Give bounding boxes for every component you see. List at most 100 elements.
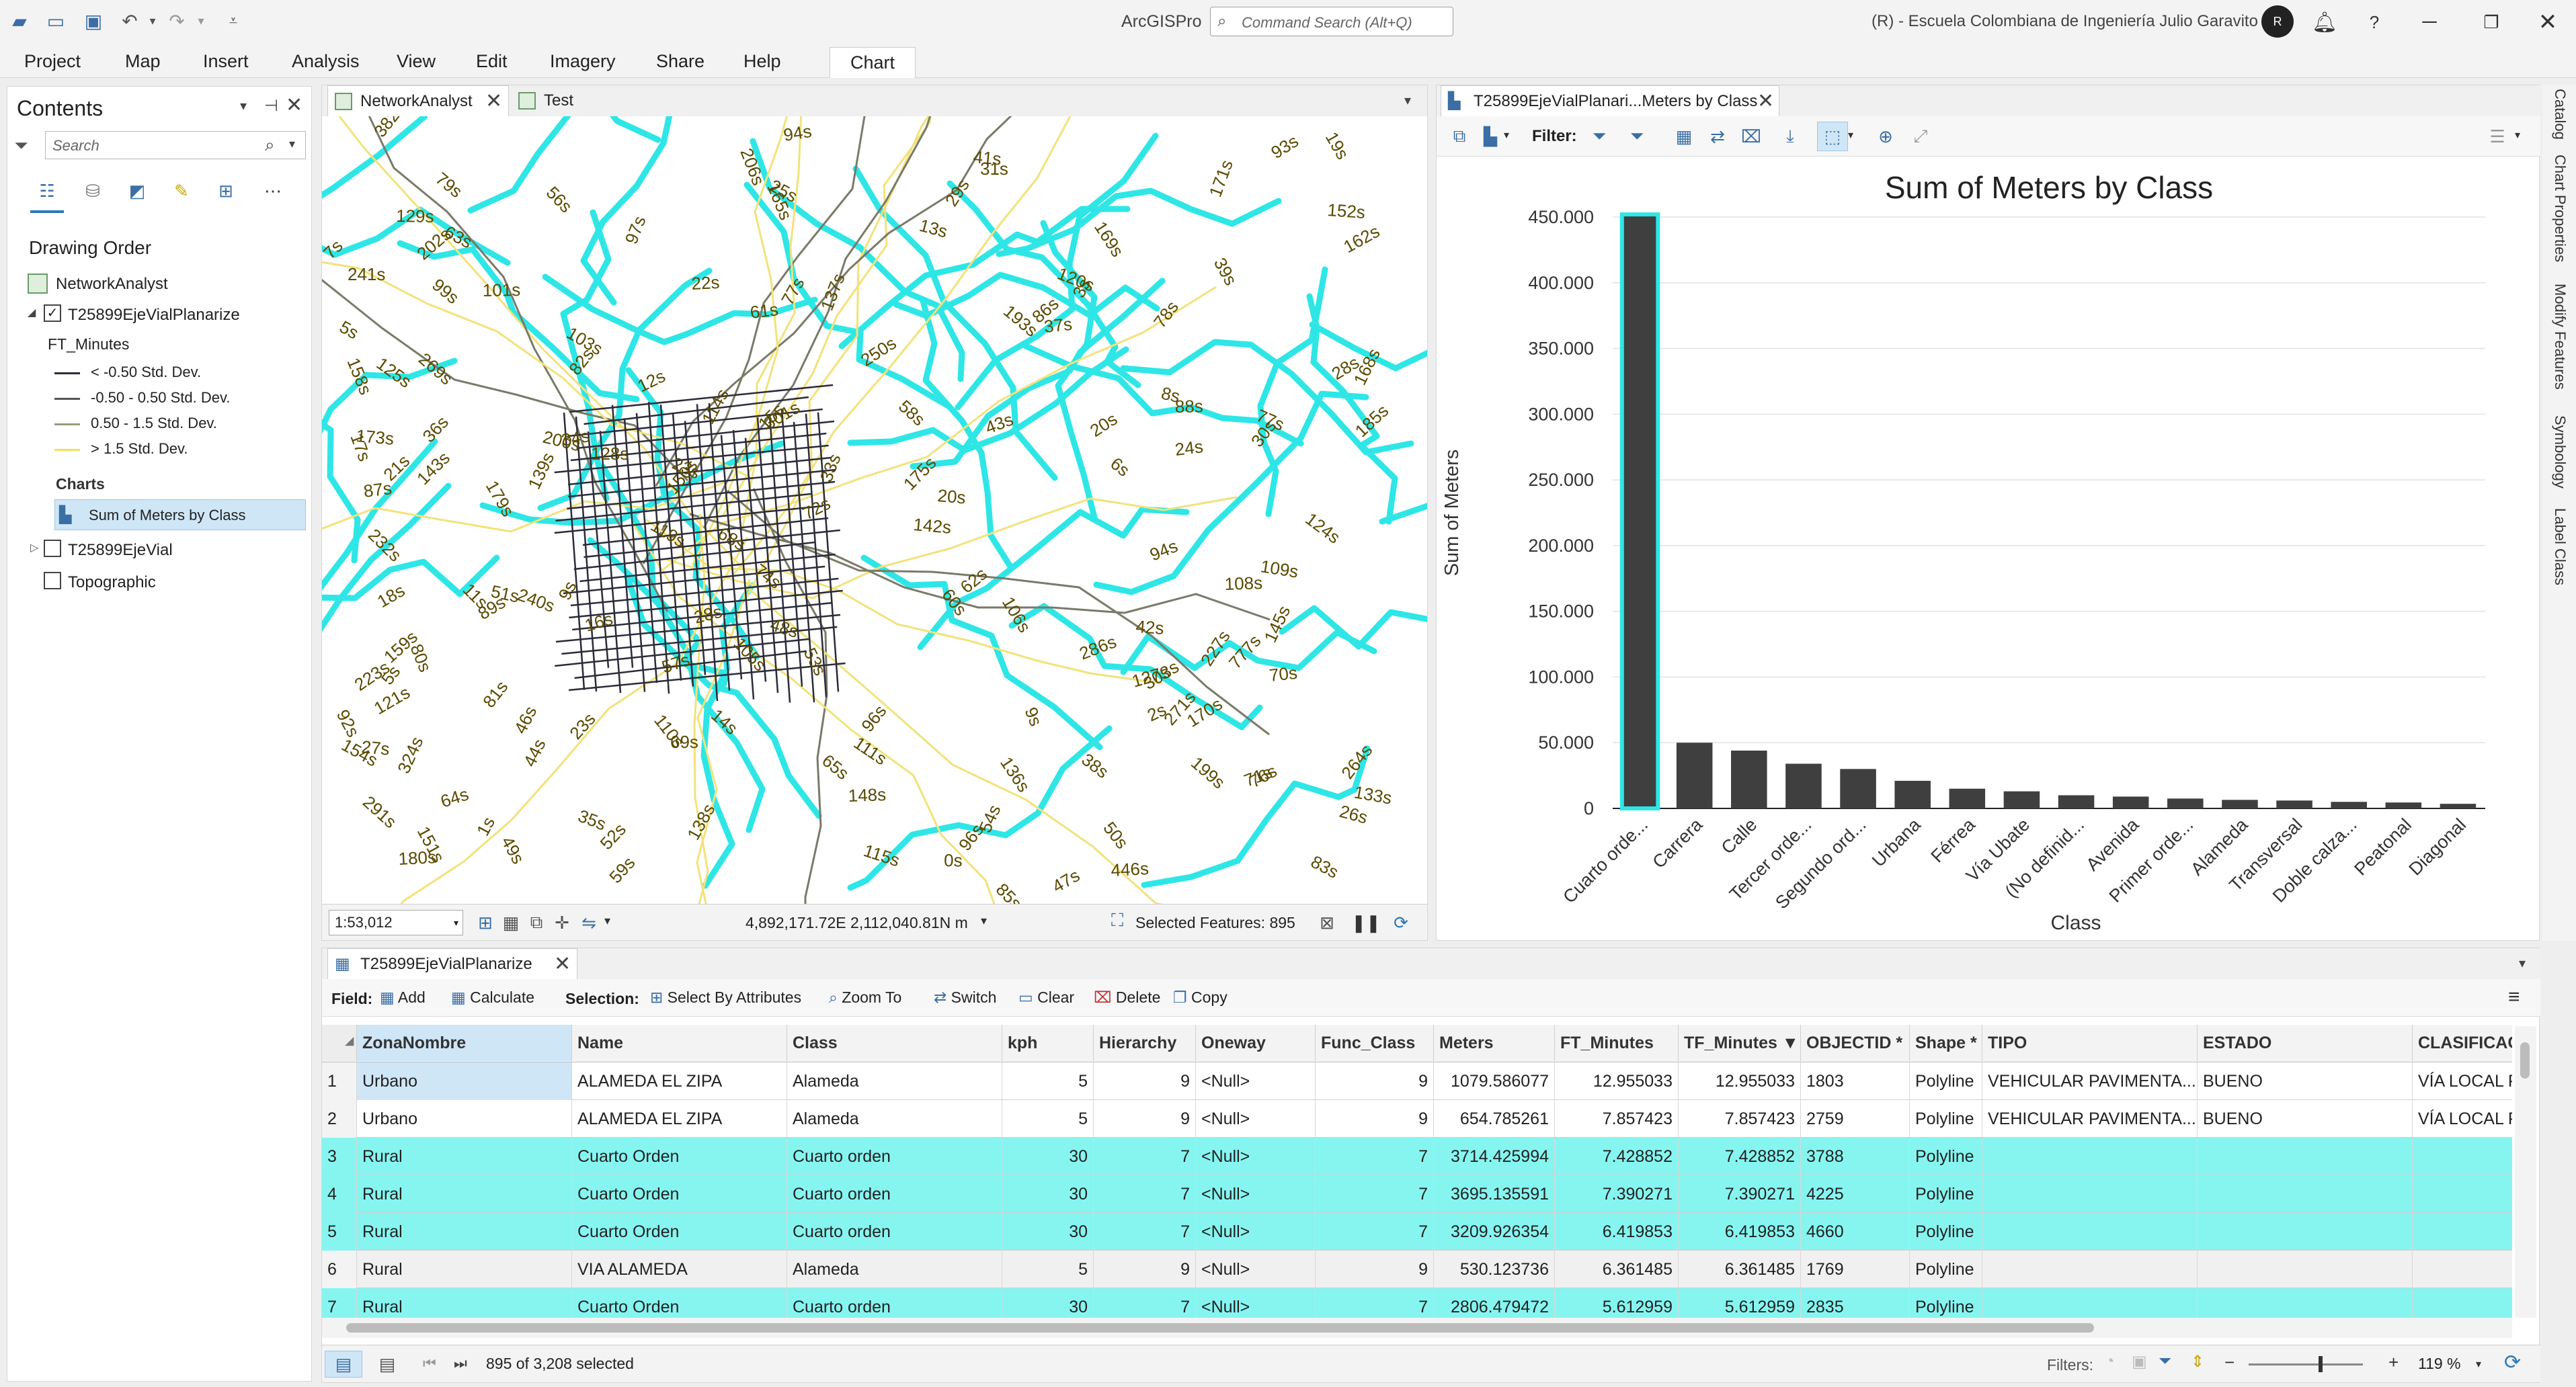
table-cell[interactable]: 5.612959 — [1555, 1288, 1679, 1318]
constraints-icon[interactable]: ✛ — [551, 910, 573, 935]
side-tab-catalog[interactable]: Catalog — [2542, 89, 2576, 149]
menu-share[interactable]: Share — [656, 44, 705, 78]
table-cell[interactable]: 3209.926354 — [1434, 1213, 1555, 1251]
coordinate-format-chevron-icon[interactable]: ▾ — [981, 914, 987, 928]
table-cell[interactable]: 7 — [1094, 1288, 1196, 1318]
table-cell[interactable]: BUENO — [2198, 1100, 2413, 1138]
bar-2[interactable] — [1731, 750, 1767, 808]
table-row[interactable]: 2 Urbano ALAMEDA EL ZIPA Alameda 5 9 <Null> 9 65… — [322, 1100, 2512, 1138]
column-header[interactable]: CLASIFICAC — [2413, 1025, 2512, 1061]
menu-imagery[interactable]: Imagery — [550, 44, 616, 78]
menu-help[interactable]: Help — [743, 44, 781, 78]
clear-selection-button[interactable]: ▭ Clear — [1018, 989, 1074, 1007]
column-header[interactable]: Name — [572, 1025, 787, 1061]
table-cell[interactable]: 9 — [1094, 1251, 1196, 1288]
table-cell[interactable]: 9 — [1316, 1251, 1434, 1288]
table-cell[interactable]: Cuarto orden — [787, 1213, 1002, 1251]
table-cell[interactable] — [2413, 1251, 2512, 1288]
table-cell[interactable]: 9 — [1094, 1100, 1196, 1138]
basemap-name[interactable]: Topographic — [68, 573, 156, 592]
filter-by-selection-icon[interactable]: ⏷ — [1623, 123, 1650, 150]
customize-toolbar-icon[interactable]: ⩡ — [222, 9, 245, 32]
tab-chart-sum-of-meters[interactable]: ▙ T25899EjeVialPlanari...Meters by Class… — [1441, 85, 1779, 116]
tab-list-chevron-icon[interactable]: ▾ — [1404, 92, 1411, 109]
table-cell[interactable]: Cuarto Orden — [572, 1213, 787, 1251]
table-cell[interactable] — [2198, 1288, 2413, 1318]
column-header[interactable]: kph — [1002, 1025, 1094, 1061]
table-cell[interactable]: Polyline — [1910, 1062, 1982, 1100]
tab-test[interactable]: Test — [512, 85, 633, 116]
first-record-icon[interactable]: ⏮ — [423, 1355, 436, 1372]
close-tab-icon[interactable]: ✕ — [1757, 86, 1774, 117]
basemap-visibility-checkbox[interactable] — [44, 572, 61, 589]
list-by-selection-icon[interactable]: ◩ — [120, 175, 154, 206]
chevron-down-icon[interactable]: ▾ — [604, 914, 610, 928]
table-cell[interactable]: Cuarto orden — [787, 1138, 1002, 1175]
table-cell[interactable]: 7 — [1094, 1213, 1196, 1251]
table-cell[interactable]: VÍA LOCAL PA — [2413, 1100, 2512, 1138]
pane-options-icon[interactable]: ▾ — [240, 97, 247, 114]
export-icon[interactable]: ⤓ — [1777, 123, 1804, 150]
bar-12[interactable] — [2276, 800, 2312, 808]
table-row[interactable]: 1 Urbano ALAMEDA EL ZIPA Alameda 5 9 <Null> 9 10… — [322, 1062, 2512, 1100]
zoom-to-button[interactable]: ⌕ Zoom To — [829, 989, 901, 1007]
notifications-bell-icon[interactable]: 🔔︎ — [2304, 8, 2345, 36]
table-cell[interactable]: 1769 — [1801, 1251, 1910, 1288]
table-cell[interactable]: Rural — [357, 1175, 572, 1213]
zoom-level[interactable]: 119 % — [2418, 1355, 2461, 1373]
more-options-icon[interactable]: ⋯ — [256, 175, 290, 206]
table-cell[interactable] — [2413, 1138, 2512, 1175]
chart-properties-icon[interactable]: ⧉ — [1446, 123, 1473, 150]
map-options-icon[interactable]: ⊠ — [1316, 910, 1338, 935]
table-cell[interactable]: <Null> — [1196, 1175, 1316, 1213]
refresh-icon[interactable]: ⟳ — [2504, 1351, 2521, 1374]
filter-extent-icon[interactable]: ◔ — [2105, 1352, 2115, 1371]
contents-search-input[interactable]: Search ⌕ ▾ — [45, 131, 306, 159]
table-cell[interactable]: 12.955033 — [1679, 1062, 1801, 1100]
table-cell[interactable] — [1982, 1251, 2198, 1288]
table-cell[interactable]: 9 — [1316, 1100, 1434, 1138]
chart-item-sum-of-meters[interactable]: ▙ Sum of Meters by Class — [54, 499, 306, 530]
table-cell[interactable]: 6.419853 — [1555, 1213, 1679, 1251]
table-cell[interactable]: 3788 — [1801, 1138, 1910, 1175]
table-cell[interactable]: 30 — [1002, 1175, 1094, 1213]
menu-edit[interactable]: Edit — [476, 44, 508, 78]
bar-15[interactable] — [2440, 804, 2477, 808]
table-cell[interactable]: 2806.479472 — [1434, 1288, 1555, 1318]
table-cell[interactable]: BUENO — [2198, 1062, 2413, 1100]
clear-selection-icon[interactable]: ⌧ — [1738, 123, 1765, 150]
pin-icon[interactable]: ⊣ — [264, 96, 278, 116]
tab-networkanalyst[interactable]: NetworkAnalyst ✕ — [327, 85, 509, 116]
save-project-icon[interactable]: ▣ — [82, 9, 105, 32]
table-cell[interactable] — [2413, 1175, 2512, 1213]
table-cell[interactable]: Alameda — [787, 1100, 1002, 1138]
table-cell[interactable]: Urbano — [357, 1062, 572, 1100]
list-by-editing-icon[interactable]: ✎ — [165, 175, 198, 206]
show-selected-records-icon[interactable]: ▤ — [372, 1351, 403, 1378]
table-cell[interactable]: ALAMEDA EL ZIPA — [572, 1062, 787, 1100]
bar-8[interactable] — [2058, 795, 2095, 808]
side-tab-chart-properties[interactable]: Chart Properties — [2542, 155, 2576, 274]
table-cell[interactable]: VEHICULAR PAVIMENTA... — [1982, 1100, 2198, 1138]
delete-button[interactable]: ⌧ Delete — [1094, 989, 1160, 1007]
table-cell[interactable]: 5 — [1002, 1251, 1094, 1288]
bar-9[interactable] — [2112, 796, 2149, 808]
table-cell[interactable]: 6.419853 — [1679, 1213, 1801, 1251]
zoom-slider-thumb[interactable] — [2319, 1356, 2323, 1372]
table-cell[interactable]: Rural — [357, 1251, 572, 1288]
table-cell[interactable]: Alameda — [787, 1251, 1002, 1288]
column-header[interactable]: TIPO — [1982, 1025, 2198, 1061]
table-row[interactable]: 7 Rural Cuarto Orden Cuarto orden 30 7 <Null> 7… — [322, 1288, 2512, 1318]
zoom-slider[interactable] — [2249, 1363, 2363, 1365]
add-chart-icon[interactable]: ▙ — [1477, 123, 1504, 150]
bar-4[interactable] — [1840, 769, 1876, 808]
table-cell[interactable]: Cuarto Orden — [572, 1138, 787, 1175]
restore-icon[interactable]: ❐ — [2471, 8, 2511, 36]
table-cell[interactable]: 7 — [1094, 1175, 1196, 1213]
table-cell[interactable] — [2198, 1138, 2413, 1175]
table-cell[interactable]: Polyline — [1910, 1251, 1982, 1288]
column-header[interactable]: ESTADO — [2198, 1025, 2413, 1061]
side-tab-symbology[interactable]: Symbology — [2542, 415, 2576, 499]
table-cell[interactable] — [1982, 1138, 2198, 1175]
list-by-source-icon[interactable]: ⛁ — [76, 175, 110, 206]
